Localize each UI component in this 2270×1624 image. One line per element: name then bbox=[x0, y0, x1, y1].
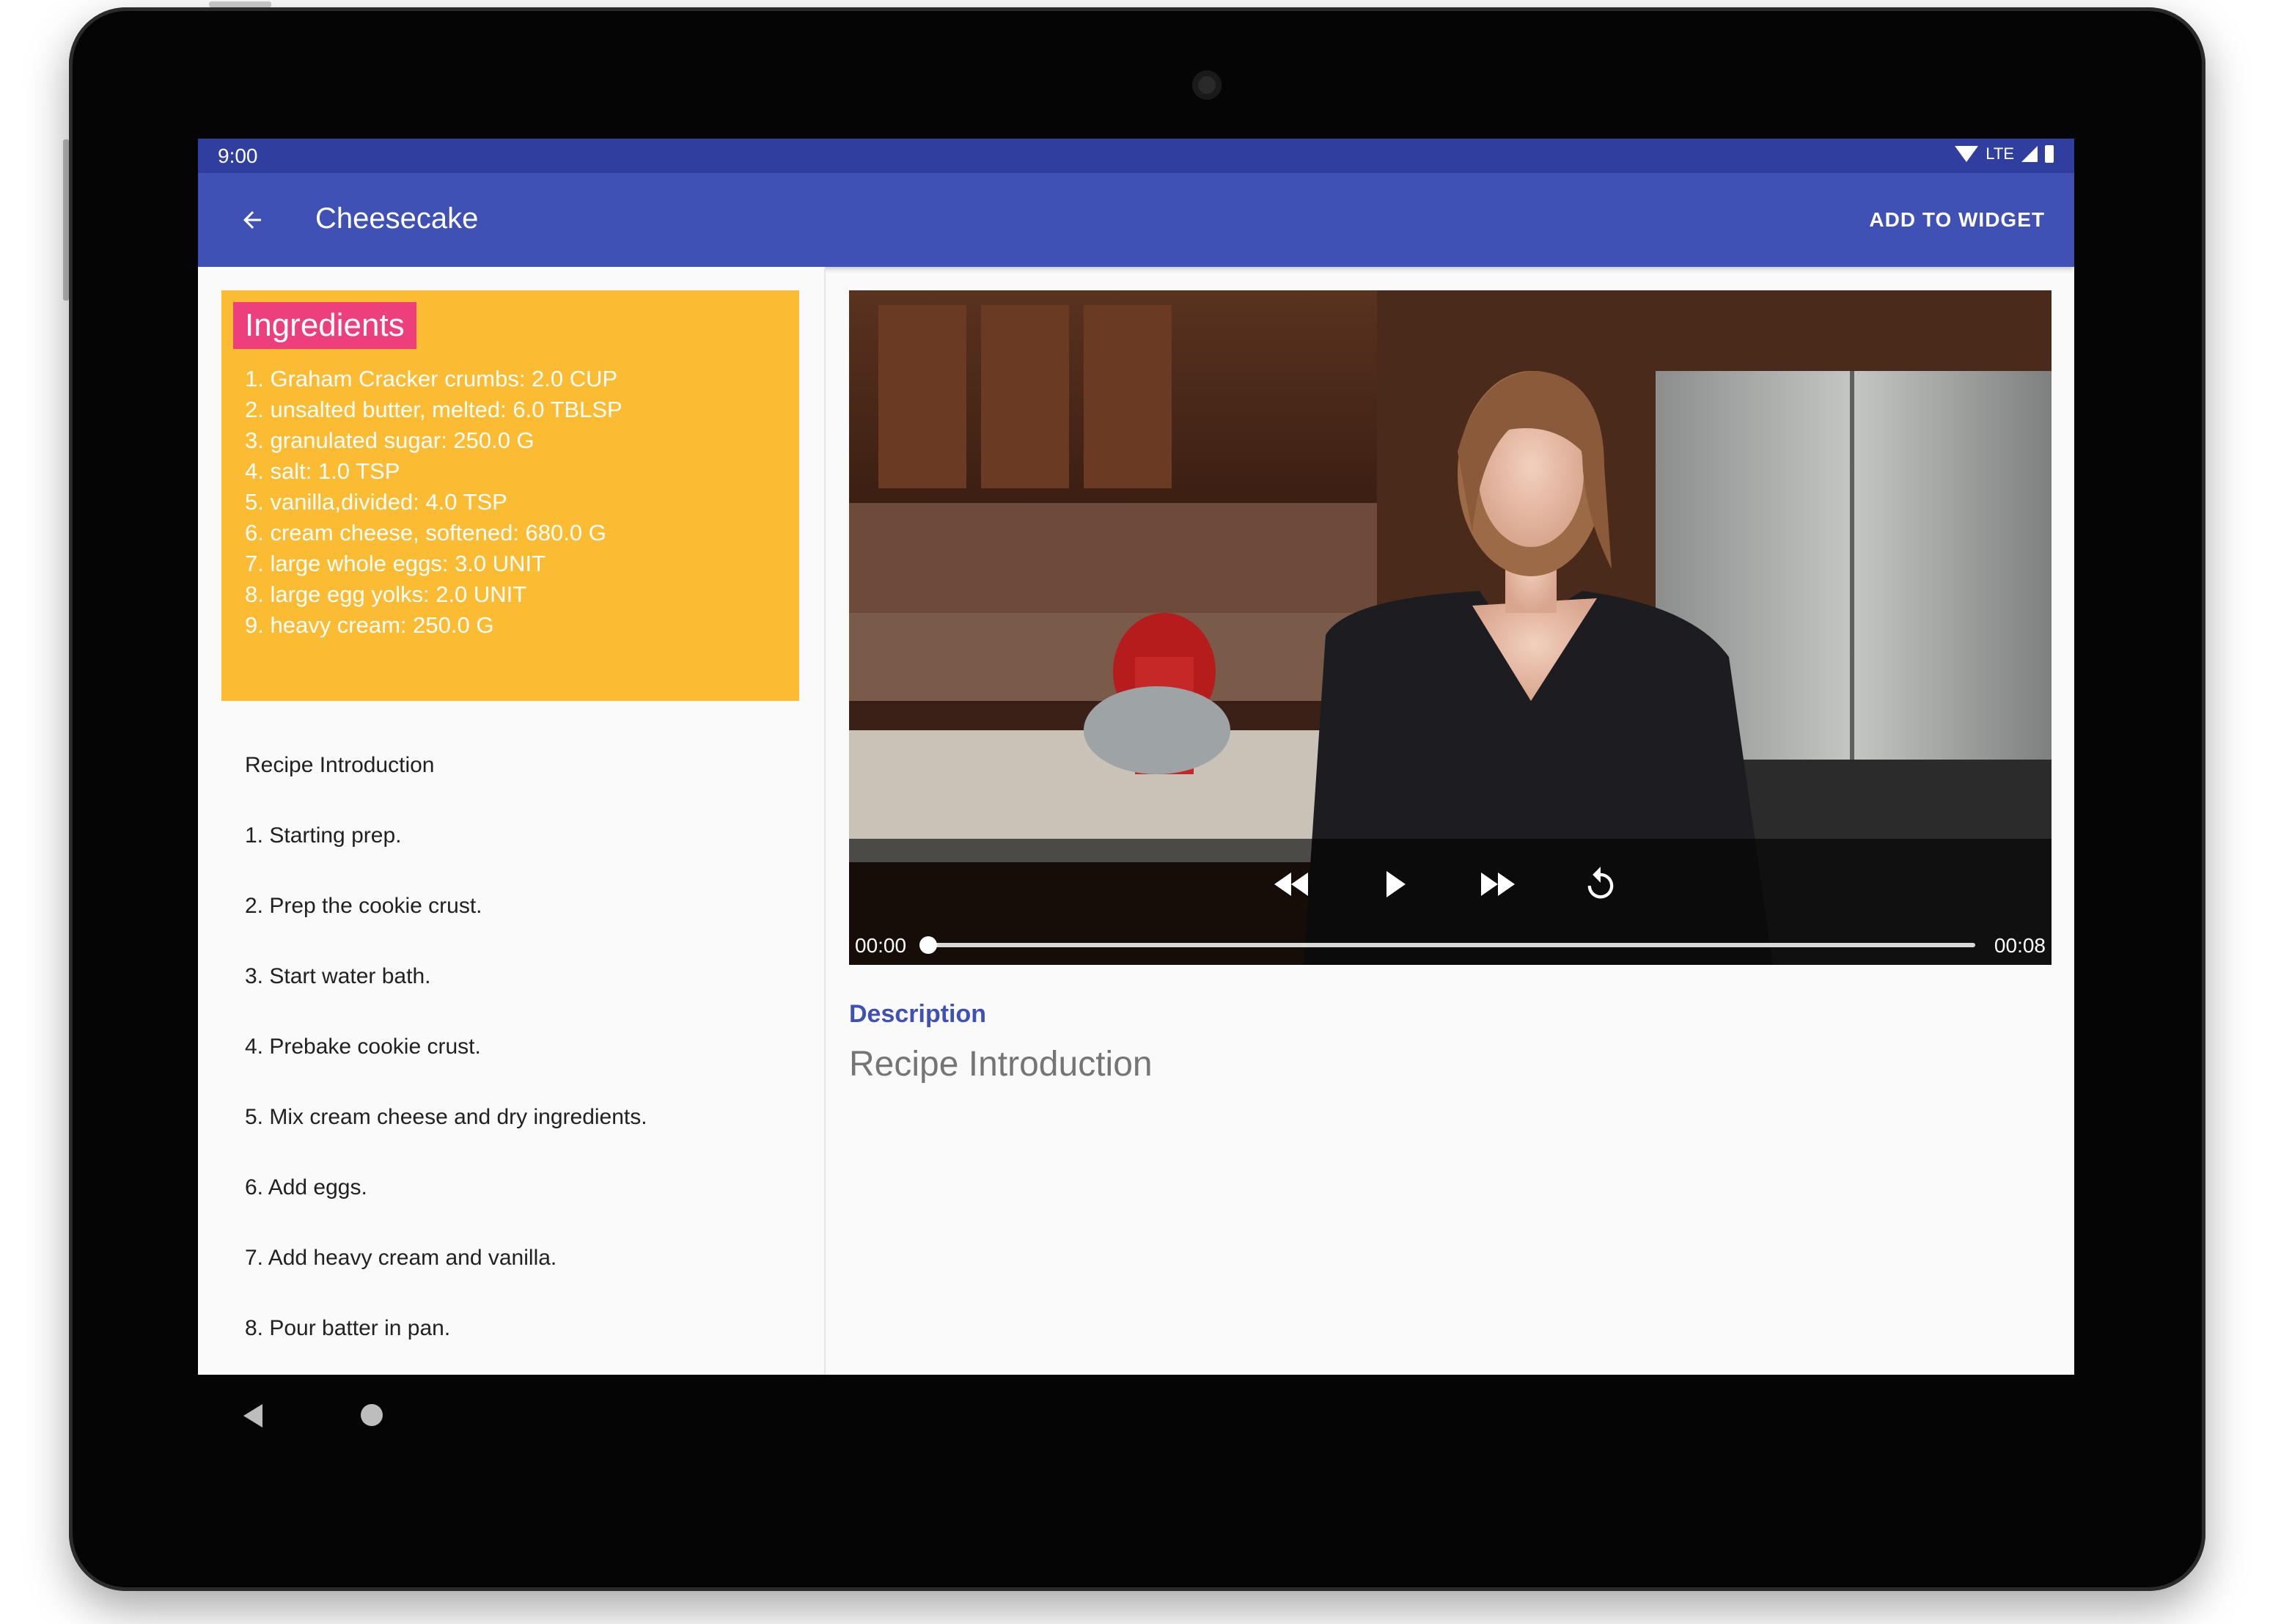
status-bar: 9:00 LTE bbox=[198, 139, 2074, 173]
ingredients-list: 1. Graham Cracker crumbs: 2.0 CUP 2. uns… bbox=[245, 364, 622, 641]
app-screen: 9:00 LTE Cheesecake ADD TO WIDGET Ingred… bbox=[198, 139, 2074, 1375]
replay-button[interactable] bbox=[1575, 861, 1626, 908]
device-side-button bbox=[63, 139, 69, 301]
ingredient-item: 7. large whole eggs: 3.0 UNIT bbox=[245, 551, 546, 576]
status-icons: LTE bbox=[1955, 144, 2054, 163]
wifi-icon bbox=[1955, 146, 1979, 162]
add-to-widget-button[interactable]: ADD TO WIDGET bbox=[1869, 208, 2045, 232]
total-time: 00:08 bbox=[1994, 934, 2046, 957]
ingredients-title: Ingredients bbox=[233, 302, 416, 349]
step-item[interactable]: 3. Start water bath. bbox=[245, 962, 647, 1032]
ingredient-item: 9. heavy cream: 250.0 G bbox=[245, 612, 494, 638]
current-time: 00:00 bbox=[855, 934, 907, 957]
seek-thumb[interactable] bbox=[919, 936, 937, 954]
system-nav-bar bbox=[198, 1375, 2074, 1455]
status-time: 9:00 bbox=[218, 144, 258, 167]
step-item[interactable]: 8. Pour batter in pan. bbox=[245, 1314, 647, 1375]
rewind-button[interactable] bbox=[1266, 861, 1317, 908]
seek-bar[interactable] bbox=[925, 943, 1975, 947]
rewind-icon bbox=[1274, 872, 1308, 896]
ingredients-card: Ingredients 1. Graham Cracker crumbs: 2.… bbox=[221, 290, 799, 701]
arrow-left-icon bbox=[243, 211, 261, 229]
description-label: Description bbox=[849, 1000, 987, 1028]
ingredient-item: 3. granulated sugar: 250.0 G bbox=[245, 427, 535, 453]
ingredient-item: 4. salt: 1.0 TSP bbox=[245, 458, 400, 484]
back-button[interactable] bbox=[232, 199, 273, 240]
ingredient-item: 1. Graham Cracker crumbs: 2.0 CUP bbox=[245, 366, 618, 392]
step-item[interactable]: 7. Add heavy cream and vanilla. bbox=[245, 1243, 647, 1314]
nav-back-icon[interactable] bbox=[243, 1404, 262, 1428]
replay-icon bbox=[1587, 867, 1614, 899]
step-item[interactable]: 5. Mix cream cheese and dry ingredients. bbox=[245, 1103, 647, 1173]
page-title: Cheesecake bbox=[315, 202, 479, 235]
description-text: Recipe Introduction bbox=[849, 1045, 1153, 1084]
fast-forward-button[interactable] bbox=[1472, 861, 1524, 908]
video-player[interactable]: 00:00 00:08 bbox=[849, 290, 2052, 965]
play-icon bbox=[1386, 871, 1406, 897]
play-button[interactable] bbox=[1370, 861, 1421, 908]
camera-icon bbox=[1192, 70, 1222, 100]
network-type-label: LTE bbox=[1986, 144, 2014, 163]
step-item[interactable]: 4. Prebake cookie crust. bbox=[245, 1032, 647, 1103]
device-top-edge bbox=[209, 1, 271, 7]
step-item[interactable]: 1. Starting prep. bbox=[245, 821, 647, 892]
player-controls: 00:00 00:08 bbox=[849, 839, 2052, 965]
ingredient-item: 5. vanilla,divided: 4.0 TSP bbox=[245, 489, 507, 515]
app-bar: Cheesecake ADD TO WIDGET bbox=[198, 173, 2074, 267]
nav-home-icon[interactable] bbox=[361, 1404, 383, 1426]
ingredient-item: 8. large egg yolks: 2.0 UNIT bbox=[245, 581, 527, 607]
battery-icon bbox=[2045, 145, 2054, 163]
ingredient-item: 2. unsalted butter, melted: 6.0 TBLSP bbox=[245, 397, 622, 422]
step-detail-pane: 00:00 00:08 Description Recipe Introduct… bbox=[826, 267, 2074, 1375]
steps-list: Recipe Introduction 1. Starting prep. 2.… bbox=[245, 751, 647, 1375]
step-item[interactable]: 2. Prep the cookie crust. bbox=[245, 892, 647, 962]
recipe-steps-pane[interactable]: Ingredients 1. Graham Cracker crumbs: 2.… bbox=[198, 267, 826, 1375]
step-item[interactable]: 6. Add eggs. bbox=[245, 1173, 647, 1243]
fast-forward-icon bbox=[1481, 872, 1515, 896]
step-item[interactable]: Recipe Introduction bbox=[245, 751, 647, 821]
ingredient-item: 6. cream cheese, softened: 680.0 G bbox=[245, 520, 606, 545]
cell-signal-icon bbox=[2021, 146, 2038, 162]
